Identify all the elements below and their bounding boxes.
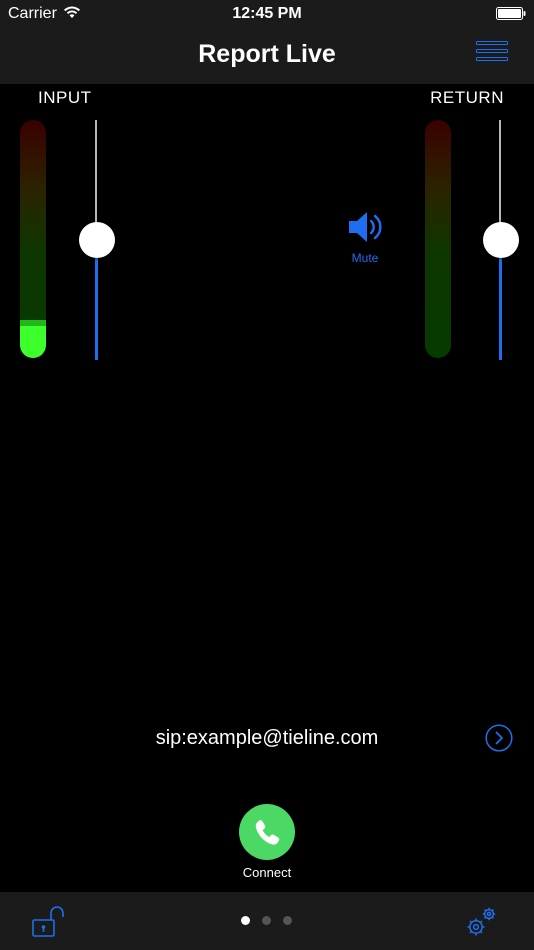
menu-icon — [476, 41, 508, 45]
page-dot[interactable] — [283, 916, 292, 925]
connect-label: Connect — [242, 865, 292, 880]
connect-button[interactable] — [239, 804, 295, 860]
chevron-right-icon[interactable] — [485, 724, 513, 752]
mute-button[interactable]: Mute — [346, 210, 384, 265]
input-meter-fill — [20, 319, 46, 358]
gear-icon[interactable] — [462, 904, 500, 940]
return-fader-thumb[interactable] — [483, 222, 519, 258]
page-dot[interactable] — [241, 916, 250, 925]
speaker-icon — [349, 212, 382, 242]
return-fader[interactable] — [483, 120, 519, 360]
return-level-meter — [425, 120, 451, 358]
mute-label: Mute — [351, 251, 379, 265]
page-title: Report Live — [198, 40, 336, 68]
bottom-toolbar — [0, 892, 534, 950]
input-level-meter — [20, 120, 46, 358]
status-time: 12:45 PM — [232, 5, 302, 22]
navigation-bar: Report Live — [0, 28, 534, 84]
return-fader-track-lower — [499, 240, 502, 360]
unlocked-lock-icon[interactable] — [31, 904, 67, 940]
battery-icon — [496, 7, 526, 20]
phone-icon — [255, 820, 280, 845]
page-indicator[interactable] — [241, 916, 301, 926]
input-fader-thumb[interactable] — [79, 222, 115, 258]
input-label: INPUT — [38, 88, 92, 107]
page-dot[interactable] — [262, 916, 271, 925]
return-label: RETURN — [430, 88, 504, 107]
menu-button[interactable] — [476, 41, 508, 63]
input-fader[interactable] — [79, 120, 115, 360]
input-fader-track-lower — [95, 240, 98, 360]
sip-address: sip:example@tieline.com — [155, 727, 379, 749]
status-bar: Carrier 12:45 PM — [0, 0, 534, 28]
